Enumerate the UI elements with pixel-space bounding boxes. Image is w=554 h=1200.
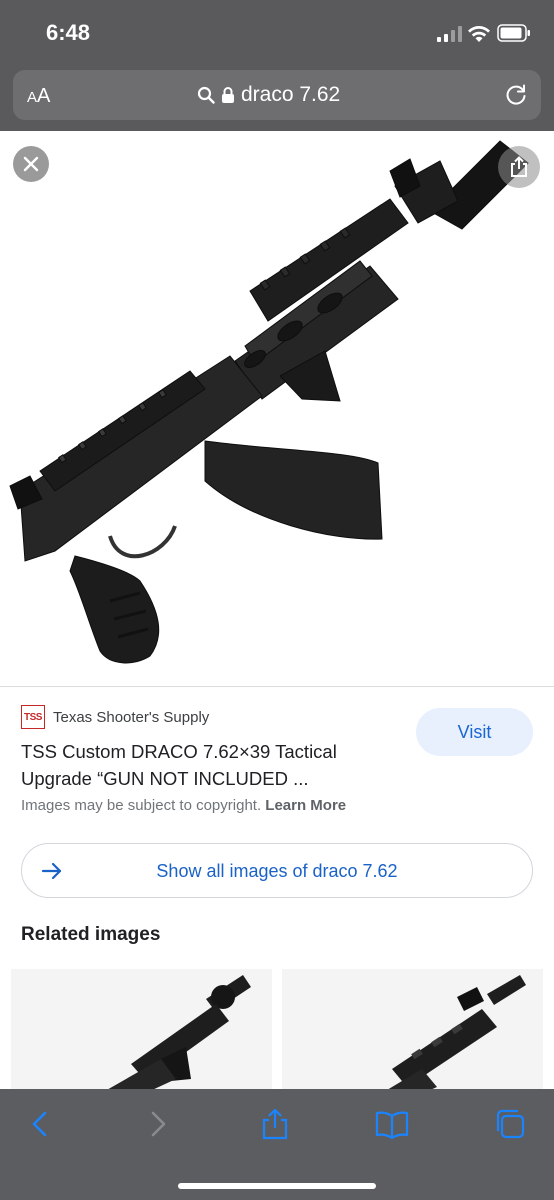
search-icon <box>197 86 215 104</box>
related-rifle-image <box>91 975 251 1109</box>
show-all-label: Show all images of draco 7.62 <box>156 861 398 881</box>
home-indicator[interactable] <box>178 1183 376 1189</box>
close-button[interactable] <box>13 146 49 182</box>
cellular-signal-icon <box>437 26 462 42</box>
bookmarks-icon[interactable] <box>375 1107 409 1141</box>
tabs-icon[interactable] <box>493 1107 527 1141</box>
text-size-button[interactable]: AA <box>27 83 50 109</box>
close-icon <box>23 156 39 172</box>
share-icon <box>511 156 527 177</box>
lock-icon <box>222 87 234 103</box>
wifi-icon <box>468 26 490 42</box>
address-bar[interactable]: AA draco 7.62 <box>13 70 541 120</box>
show-all-images-button[interactable]: Show all images of draco 7.62 <box>21 843 533 898</box>
related-image-thumbnail[interactable] <box>11 969 272 1109</box>
url-display[interactable]: draco 7.62 <box>197 80 340 110</box>
learn-more-link[interactable]: Learn More <box>265 797 346 814</box>
url-text: draco 7.62 <box>241 83 341 106</box>
source-name: Texas Shooter's Supply <box>53 708 210 726</box>
rifle-image <box>9 140 529 664</box>
back-icon[interactable] <box>23 1107 57 1141</box>
battery-icon <box>497 24 530 42</box>
forward-icon[interactable] <box>141 1107 175 1141</box>
share-icon[interactable] <box>258 1107 292 1141</box>
share-image-button[interactable] <box>498 146 540 188</box>
related-rifle-image <box>372 975 526 1109</box>
related-image-thumbnail[interactable] <box>282 969 543 1109</box>
related-images-heading: Related images <box>21 924 161 945</box>
browser-top-chrome: 6:48 AA draco 7.62 <box>0 0 554 131</box>
status-time: 6:48 <box>46 20 91 45</box>
visit-button[interactable]: Visit <box>416 708 533 756</box>
divider <box>0 686 554 687</box>
source-row[interactable]: TSS Texas Shooter's Supply <box>21 705 209 729</box>
result-title[interactable]: TSS Custom DRACO 7.62×39 Tactical Upgrad… <box>21 738 391 792</box>
tss-favicon: TSS <box>21 705 45 729</box>
safari-screen: 6:48 AA draco 7.62 TSS Texas Shooter's S… <box>0 0 554 1200</box>
copyright-notice: Images may be subject to copyright. Lear… <box>21 797 347 814</box>
reload-icon[interactable] <box>503 82 529 108</box>
image-preview[interactable] <box>0 131 554 686</box>
